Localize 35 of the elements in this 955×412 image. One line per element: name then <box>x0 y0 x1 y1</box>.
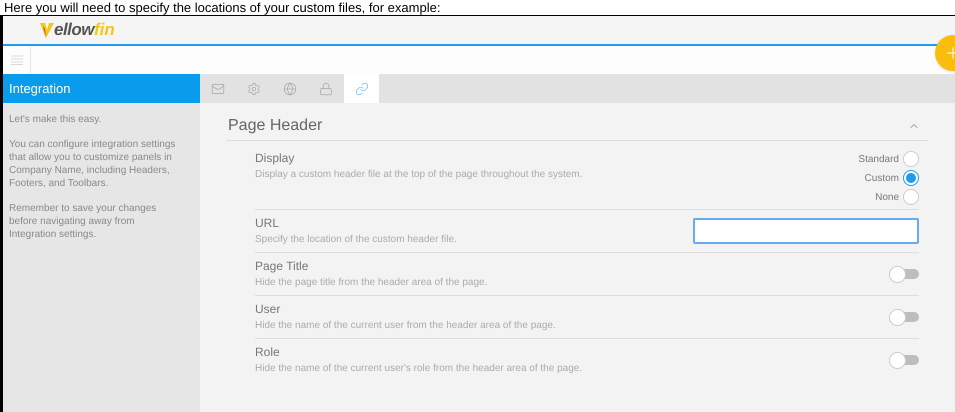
radio-button[interactable] <box>903 189 919 205</box>
logo-mark-icon <box>40 22 54 38</box>
sidebar-paragraph: You can configure integration settings that allow you to customize panels in Company Name, including Headers, Footers, and Toolbars. <box>9 138 176 190</box>
setting-description: Hide the name of the current user's role from the header area of the page. <box>255 362 582 375</box>
setting-description: Specify the location of the custom header file. <box>255 233 457 246</box>
link-icon <box>354 82 368 96</box>
setting-description: Hide the page title from the header area of the page. <box>255 276 488 289</box>
sidebar-paragraph: Remember to save your changes before navigating away from Integration settings. <box>9 202 158 241</box>
sidebar-title: Integration <box>3 74 200 103</box>
setting-label: Role <box>255 345 281 359</box>
globe-icon <box>282 82 296 96</box>
settings-icon <box>246 82 260 96</box>
option-label: Custom <box>864 172 899 184</box>
toggle-switch[interactable] <box>889 265 919 283</box>
radio-button[interactable] <box>903 151 919 167</box>
setting-label: Display <box>255 151 296 165</box>
toggle-switch[interactable] <box>889 351 919 369</box>
menu-icon <box>10 55 22 65</box>
setting-label: Page Title <box>255 259 310 273</box>
url-input-field[interactable] <box>693 218 919 244</box>
setting-label: User <box>255 302 282 316</box>
setting-description: Display a custom header file at the top of the page throughout the system. <box>255 168 582 181</box>
setting-description: Hide the name of the current user from the header area of the page. <box>255 319 556 332</box>
option-label: Standard <box>858 152 899 166</box>
tab[interactable] <box>344 74 379 103</box>
setting-label: URL <box>255 216 280 230</box>
option-label: None <box>875 190 899 204</box>
mail-icon <box>210 82 224 96</box>
toggle-switch[interactable] <box>889 308 919 326</box>
section-title: Page Header <box>228 116 322 136</box>
sidebar-paragraph: Let's make this easy. <box>9 113 102 126</box>
lock-icon <box>318 82 332 96</box>
radio-button[interactable] <box>903 170 919 186</box>
caption-text: Here you will need to specify the locations of your custom files, for example: <box>3 0 440 15</box>
logo: ellowfin <box>40 17 115 43</box>
